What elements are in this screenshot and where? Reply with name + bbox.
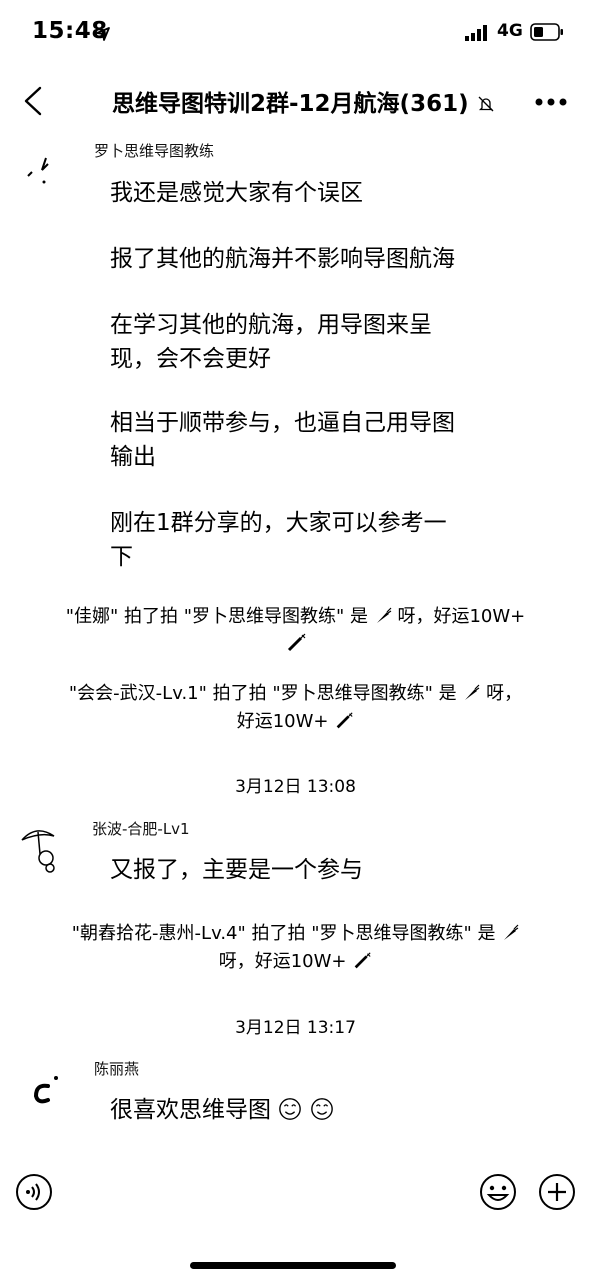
system-pat-notice: "会会-武汉-Lv.1" 拍了拍 "罗卜思维导图教练" 是 呀， 好运10W+ — [68, 683, 523, 732]
voice-icon[interactable] — [15, 1173, 53, 1211]
system-pat-notice: "佳娜" 拍了拍 "罗卜思维导图教练" 是 呀，好运10W+ — [0, 603, 591, 659]
plus-icon[interactable] — [538, 1173, 576, 1211]
carrot-icon — [501, 923, 519, 944]
back-chevron-icon[interactable] — [18, 85, 48, 117]
home-indicator[interactable] — [190, 1262, 396, 1269]
bell-slash-icon — [478, 96, 494, 112]
message-text[interactable]: 相当于顺带参与，也逼自己用导图 — [110, 406, 490, 440]
firecracker-icon — [334, 711, 354, 732]
sender-name: 陈丽燕 — [94, 1060, 140, 1078]
system-pat-notice: "朝舂拾花-惠州-Lv.4" 拍了拍 "罗卜思维导图教练" 是 呀，好运10W+ — [0, 920, 591, 976]
firecracker-icon — [352, 951, 372, 972]
emoji-icon — [279, 1098, 302, 1120]
message-text[interactable]: 输出 — [110, 440, 490, 474]
network-type: 4G — [497, 21, 523, 41]
carrot-icon — [374, 603, 392, 631]
sender-name: 罗卜思维导图教练 — [94, 142, 215, 160]
message-text[interactable]: 在学习其他的航海，用导图来呈 — [110, 308, 490, 342]
avatar[interactable] — [22, 154, 58, 190]
emoji-icon[interactable] — [479, 1173, 517, 1211]
chat-title: 思维导图特训2群-12月航海(361) — [112, 84, 507, 118]
message-text[interactable]: 很喜欢思维导图 — [110, 1093, 490, 1127]
sender-name: 张波-合肥-Lv1 — [92, 820, 190, 838]
message-text[interactable]: 现，会不会更好 — [110, 342, 490, 376]
message-text[interactable]: 下 — [110, 540, 490, 574]
timestamp: 3月12日 13:08 — [235, 777, 356, 797]
message-text[interactable]: 报了其他的航海并不影响导图航海 — [110, 242, 490, 276]
timestamp: 3月12日 13:17 — [235, 1018, 356, 1038]
signal-icon — [465, 25, 487, 41]
message-text[interactable]: 又报了，主要是一个参与 — [110, 853, 490, 887]
firecracker-icon — [285, 633, 307, 655]
message-text[interactable]: 我还是感觉大家有个误区 — [110, 176, 490, 210]
emoji-icon — [310, 1098, 333, 1120]
avatar[interactable] — [18, 822, 66, 874]
ellipsis-icon[interactable] — [534, 97, 568, 107]
carrot-icon — [462, 683, 486, 704]
avatar[interactable] — [30, 1074, 62, 1108]
message-text[interactable]: 刚在1群分享的，大家可以参考一 — [110, 506, 490, 540]
battery-icon — [530, 23, 563, 41]
location-arrow-icon — [96, 27, 110, 41]
